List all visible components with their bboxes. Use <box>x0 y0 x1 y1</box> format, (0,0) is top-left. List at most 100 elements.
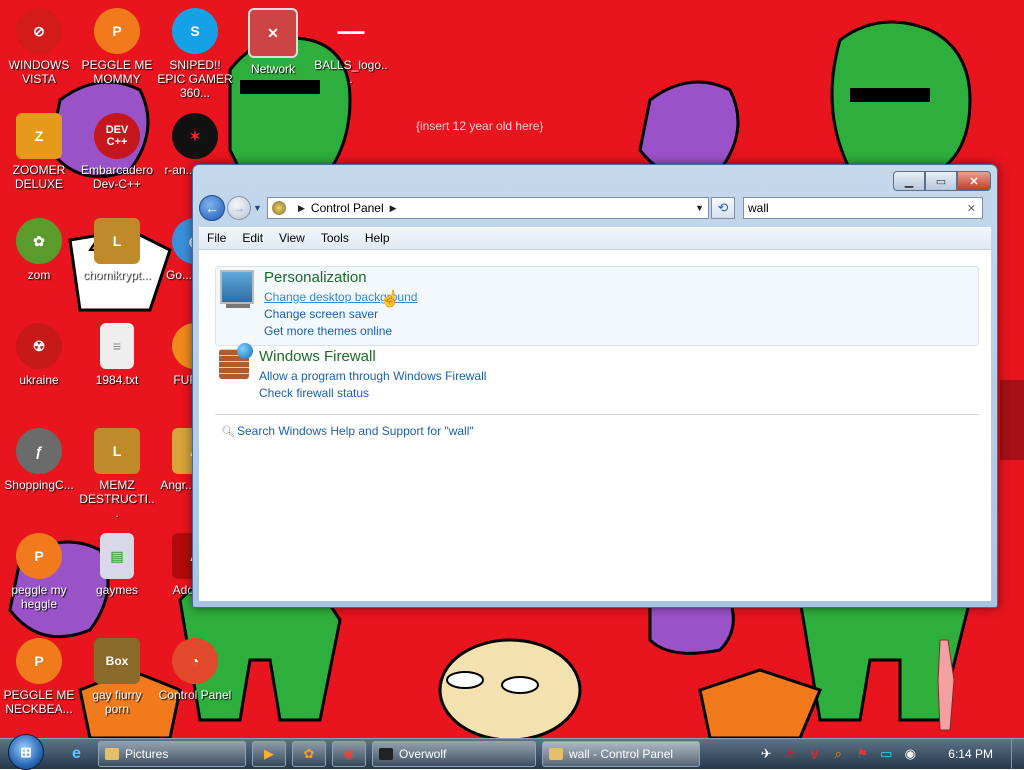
folder-icon <box>105 748 119 760</box>
taskbar-button-control-panel[interactable]: wall - Control Panel <box>542 741 700 767</box>
menu-tools[interactable]: Tools <box>313 231 357 245</box>
search-input[interactable] <box>744 200 960 216</box>
desktop-icon-peggle-my-heggle[interactable]: P peggle my heggle <box>1 533 77 611</box>
help-search-icon: 🔍︎ <box>221 426 235 438</box>
search-box[interactable]: ✕ <box>743 197 983 219</box>
hand-cursor-icon: ☝ <box>380 291 400 308</box>
clock[interactable]: 6:14 PM <box>948 747 993 761</box>
flash-icon: ƒ <box>16 428 62 474</box>
desktop-icon-shoppingc[interactable]: ƒ ShoppingC... <box>1 428 77 492</box>
personalization-icon <box>220 270 254 308</box>
desktop-icon-gaymes[interactable]: ▤ gaymes <box>79 533 155 597</box>
get-more-themes-link[interactable]: Get more themes online <box>264 323 417 340</box>
clear-search-icon[interactable]: ✕ <box>967 202 976 215</box>
allow-program-firewall-link[interactable]: Allow a program through Windows Firewall <box>259 368 486 385</box>
menu-help[interactable]: Help <box>357 231 398 245</box>
icon-label: Network <box>250 62 295 76</box>
system-tray: ✈ ⚠ V ⌕ ⚑ ▭ ◉ 6:14 PM <box>754 739 1024 769</box>
desktop-icon-memz[interactable]: L MEMZ DESTRUCTI... <box>79 428 155 520</box>
internet-explorer-icon[interactable]: e <box>72 745 92 763</box>
taskbar-button-pictures[interactable]: Pictures <box>98 741 246 767</box>
tray-flag-icon[interactable]: ⚑ <box>854 746 870 762</box>
close-button[interactable]: ✕ <box>957 171 991 191</box>
tray-volume-icon[interactable]: ◉ <box>902 746 918 762</box>
community-app-icon[interactable]: ✿ <box>292 741 326 767</box>
desktop-icon-peggle-me-neckbeard[interactable]: P PEGGLE ME NECKBEA... <box>1 638 77 716</box>
icon-label: ZOOMER DELUXE <box>12 163 66 191</box>
image-icon: ▬▬▬ <box>337 26 365 36</box>
shortcut-icon: L <box>94 218 140 264</box>
desktop-icon-network[interactable]: ✕ Network <box>235 8 311 76</box>
icon-label: Embarcadero Dev-C++ <box>80 163 154 191</box>
taskbar-button-label: Overwolf <box>399 747 447 761</box>
menu-view[interactable]: View <box>271 231 313 245</box>
menu-file[interactable]: File <box>199 231 234 245</box>
icon-label: 1984.txt <box>95 373 139 387</box>
tray-arrow-icon[interactable]: ✈ <box>758 746 774 762</box>
taskbar-button-overwolf[interactable]: Overwolf <box>372 741 536 767</box>
icon-label: zom <box>27 268 51 282</box>
result-group-personalization: Personalization Change desktop backgroun… <box>215 266 979 346</box>
icon-label: gaymes <box>95 583 139 597</box>
tray-search-icon[interactable]: ⌕ <box>830 746 846 762</box>
address-dropdown-icon[interactable]: ▼ <box>695 203 704 213</box>
desktop-icon-sniped[interactable]: S SNIPED!! EPIC GAMER 360... <box>157 8 233 100</box>
shortcut-icon: L <box>94 428 140 474</box>
desktop-icon-box[interactable]: Box gay fiurry porn <box>79 638 155 716</box>
group-title[interactable]: Personalization <box>264 269 417 286</box>
control-panel-icon <box>549 748 563 760</box>
icon-label: BALLS_logo... <box>314 58 388 86</box>
box-icon: Box <box>94 638 140 684</box>
radiation-icon: ☢ <box>16 323 62 369</box>
address-bar[interactable]: ▶ Control Panel ▶ ▼ <box>267 197 709 219</box>
overwolf-icon <box>379 748 393 760</box>
peggle-icon: P <box>16 533 62 579</box>
desktop-icon-balls-logo[interactable]: ▬▬▬ BALLS_logo... <box>313 8 389 86</box>
breadcrumb-arrow-icon[interactable]: ▶ <box>390 203 397 214</box>
icon-label: WINDOWS VISTA <box>8 58 70 86</box>
forward-button[interactable]: → <box>227 196 251 220</box>
desktop-icon-windows-vista[interactable]: ⊘ WINDOWS VISTA <box>1 8 77 86</box>
desktop-note: {insert 12 year old here} <box>416 119 544 133</box>
network-icon: ✕ <box>248 8 298 58</box>
back-button[interactable]: ← <box>199 195 225 221</box>
desktop-icon-1984-txt[interactable]: ≡ 1984.txt <box>79 323 155 387</box>
desktop-icon-chomikrypt[interactable]: L chomikrypt... <box>79 218 155 282</box>
taskbar-button-label: Pictures <box>125 747 169 761</box>
tray-app-icon[interactable]: ⚠ <box>782 746 798 762</box>
show-desktop-button[interactable] <box>1011 739 1024 769</box>
chrome-icon[interactable]: ◉ <box>332 741 366 767</box>
minimize-button[interactable]: ▁ <box>893 171 925 191</box>
peggle-icon: P <box>16 638 62 684</box>
desktop-icon-control-panel[interactable]: ◔ Control Panel <box>157 638 233 702</box>
icon-label: PEGGLE ME MOMMY <box>81 58 153 86</box>
caption-buttons: ▁ ▭ ✕ <box>893 171 991 191</box>
icon-label: peggle my heggle <box>11 583 67 611</box>
desktop-icon-peggle-me-mommy[interactable]: P PEGGLE ME MOMMY <box>79 8 155 86</box>
help-link-label: Search Windows Help and Support for "wal… <box>237 424 474 438</box>
group-title[interactable]: Windows Firewall <box>259 348 486 365</box>
menu-bar: File Edit View Tools Help <box>199 227 991 250</box>
start-button[interactable]: ⊞ <box>8 734 44 770</box>
recent-pages-dropdown[interactable]: ▼ <box>253 203 263 213</box>
desktop-icon-zom[interactable]: ✿ zom <box>1 218 77 282</box>
app-icon: ✶ <box>172 113 218 159</box>
maximize-button[interactable]: ▭ <box>925 171 957 191</box>
desktop-icon-zoomer-deluxe[interactable]: Z ZOOMER DELUXE <box>1 113 77 191</box>
icon-label: ShoppingC... <box>4 478 74 492</box>
taskbar: ⊞ e Pictures ▶ ✿ ◉ Overwolf wall - Contr… <box>0 734 1024 770</box>
menu-edit[interactable]: Edit <box>234 231 271 245</box>
media-player-icon[interactable]: ▶ <box>252 741 286 767</box>
search-help-link[interactable]: 🔍︎ Search Windows Help and Support for "… <box>221 424 474 438</box>
refresh-button[interactable]: ⟲ <box>711 197 735 219</box>
breadcrumb-control-panel[interactable]: Control Panel <box>311 201 384 215</box>
tray-v-icon[interactable]: V <box>806 746 822 762</box>
icon-label: SNIPED!! EPIC GAMER 360... <box>157 58 233 100</box>
control-panel-window: ▁ ▭ ✕ ← → ▼ ▶ Control Panel ▶ ▼ ⟲ ✕ File… <box>192 164 998 608</box>
tray-monitor-icon[interactable]: ▭ <box>878 746 894 762</box>
icon-label: MEMZ DESTRUCTI... <box>79 478 155 520</box>
check-firewall-status-link[interactable]: Check firewall status <box>259 385 486 402</box>
breadcrumb-arrow-icon[interactable]: ▶ <box>298 203 305 214</box>
desktop-icon-devcpp[interactable]: DEV C++ Embarcadero Dev-C++ <box>79 113 155 191</box>
desktop-icon-ukraine[interactable]: ☢ ukraine <box>1 323 77 387</box>
